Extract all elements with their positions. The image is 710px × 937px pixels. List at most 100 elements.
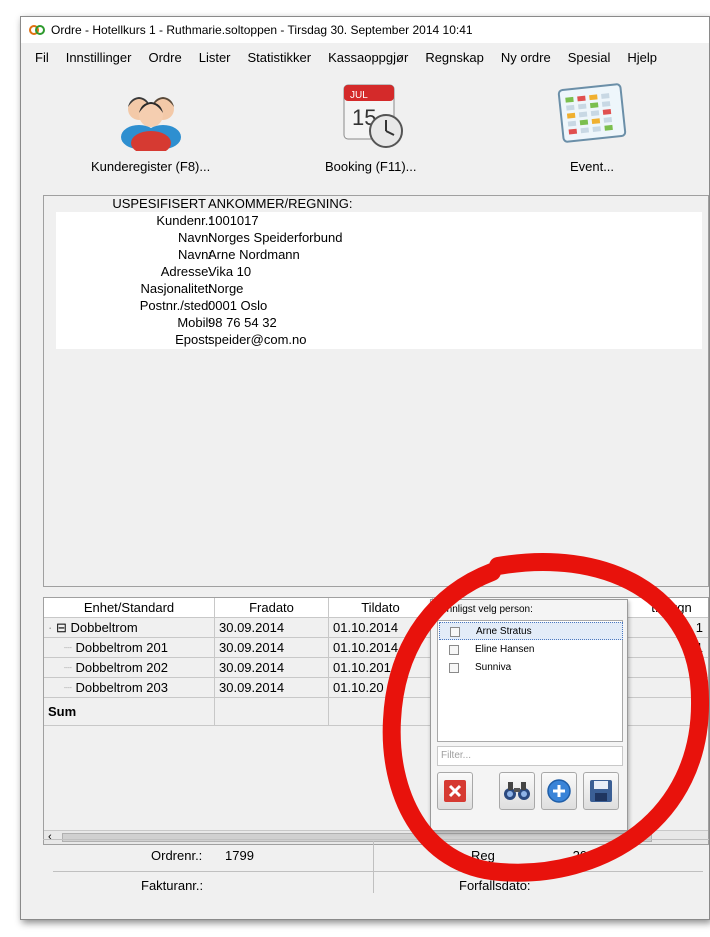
from-date-cell: 30.09.2014 xyxy=(215,658,329,678)
menu-hjelp[interactable]: Hjelp xyxy=(627,50,657,65)
binoculars-icon xyxy=(504,782,530,800)
footer-divider xyxy=(43,839,709,840)
event-button[interactable]: Event... xyxy=(555,75,629,174)
person-name: Arne Stratus xyxy=(476,626,532,637)
organization-name-value: Norges Speiderforbund xyxy=(208,230,343,245)
header-to-date[interactable]: Tildato xyxy=(329,598,433,618)
sum-label: Sum xyxy=(44,698,215,726)
from-date-cell: 30.09.2014 xyxy=(215,638,329,658)
unit-cell: ┈ Dobbeltrom 203 xyxy=(44,678,215,698)
person-checkbox[interactable] xyxy=(449,645,459,655)
unit-cell: ┈ Dobbeltrom 202 xyxy=(44,658,215,678)
menu-bar: Fil Innstillinger Ordre Lister Statistik… xyxy=(21,43,709,71)
add-icon xyxy=(547,779,571,803)
registered-label: Reg xyxy=(471,848,495,863)
nationality-value: Norge xyxy=(208,281,244,296)
address-value: Vika 10 xyxy=(208,264,252,279)
due-date-label: Forfallsdato: xyxy=(459,878,531,893)
mobile-value: 98 76 54 32 xyxy=(208,315,277,330)
header-unit[interactable]: Enhet/Standard xyxy=(44,598,215,618)
menu-statistikker[interactable]: Statistikker xyxy=(248,50,312,65)
customers-icon xyxy=(120,97,181,151)
customer-field-row: Kundenr.: 1001017 xyxy=(56,212,702,229)
to-date-cell: 01.10.20 xyxy=(329,678,433,698)
nights-cell: 1 xyxy=(695,680,703,695)
title-bar: Ordre - Hotellkurs 1 - Ruthmarie.soltopp… xyxy=(21,17,709,43)
customer-type-row: USPESIFISERT ANKOMMER/REGNING: xyxy=(44,196,708,212)
customer-number-label: Kundenr.: xyxy=(156,213,212,228)
unit-name: Dobbeltrom 202 xyxy=(75,660,168,675)
to-date-cell: 01.10.2014 xyxy=(329,618,433,638)
name-label: Navn: xyxy=(178,247,212,262)
customer-field-row: Mobil: 98 76 54 32 xyxy=(56,314,702,331)
nationality-label: Nasjonalitet: xyxy=(140,281,212,296)
customer-info-panel: USPESIFISERT ANKOMMER/REGNING: Kundenr.:… xyxy=(43,195,709,587)
customer-field-row: Navn: Norges Speiderforbund xyxy=(56,229,702,246)
order-number-label: Ordrenr.: xyxy=(151,848,203,863)
window-title: Ordre - Hotellkurs 1 - Ruthmarie.soltopp… xyxy=(51,23,473,37)
event-label: Event... xyxy=(569,159,615,174)
menu-fil[interactable]: Fil xyxy=(35,50,49,65)
order-number-value: 1799 xyxy=(225,848,254,863)
registered-date: .2014 xyxy=(569,848,602,863)
toolbar: Kunderegister (F8)... JUL 15 Booking (F1… xyxy=(21,71,709,187)
collapse-icon[interactable]: ⊟ xyxy=(56,620,67,635)
postal-label: Postnr./sted: xyxy=(139,298,212,313)
add-person-button[interactable] xyxy=(541,772,577,810)
list-item[interactable]: Arne Stratus xyxy=(439,622,623,640)
email-label: Epost: xyxy=(175,332,212,347)
order-footer: Ordrenr.: 1799 Reg .2014 Fakturanr.: For… xyxy=(43,839,709,901)
customer-register-button[interactable]: Kunderegister (F8)... xyxy=(91,75,210,174)
nights-cell: 1 xyxy=(695,660,703,675)
menu-spesial[interactable]: Spesial xyxy=(568,50,611,65)
customer-field-row: Epost: speider@com.no xyxy=(56,331,702,348)
person-checkbox[interactable] xyxy=(450,627,460,637)
unit-name: Dobbeltrom 201 xyxy=(75,640,168,655)
delete-button[interactable] xyxy=(437,772,473,810)
search-person-button[interactable] xyxy=(499,772,535,810)
app-logo-icon xyxy=(29,25,45,35)
list-item[interactable]: Sunniva xyxy=(439,659,623,677)
booking-button[interactable]: JUL 15 Booking (F11)... xyxy=(325,75,417,174)
menu-ny-ordre[interactable]: Ny ordre xyxy=(501,50,551,65)
to-date-cell: 01.10.2014 xyxy=(329,638,433,658)
unit-name: Dobbeltrom xyxy=(70,620,138,635)
save-icon xyxy=(590,780,612,802)
nights-cell: 1 xyxy=(695,620,703,635)
contact-name-value: Arne Nordmann xyxy=(208,247,300,262)
name-label: Navn: xyxy=(178,230,212,245)
person-checkbox[interactable] xyxy=(449,663,459,673)
person-name: Sunniva xyxy=(475,662,512,673)
menu-kassaoppgjor[interactable]: Kassaoppgjør xyxy=(328,50,408,65)
filter-input[interactable]: Filter... xyxy=(437,746,623,766)
header-from-date[interactable]: Fradato xyxy=(215,598,329,618)
customer-number-value: 1001017 xyxy=(208,213,259,228)
popup-title: Vennligst velg person: xyxy=(435,604,533,615)
order-window: Ordre - Hotellkurs 1 - Ruthmarie.soltopp… xyxy=(20,16,710,920)
customer-type-label: USPESIFISERT xyxy=(112,196,206,211)
list-item[interactable]: Eline Hansen xyxy=(439,641,623,659)
menu-innstillinger[interactable]: Innstillinger xyxy=(66,50,132,65)
person-name: Eline Hansen xyxy=(475,644,535,655)
event-calendar-icon xyxy=(557,83,627,143)
calendar-clock-icon: JUL 15 xyxy=(343,84,403,148)
customer-fields: Kundenr.: 1001017 Navn: Norges Speiderfo… xyxy=(56,212,702,349)
unit-name: Dobbeltrom 203 xyxy=(75,680,168,695)
menu-lister[interactable]: Lister xyxy=(199,50,231,65)
customer-field-row: Adresse: Vika 10 xyxy=(56,263,702,280)
customer-field-row: Nasjonalitet: Norge xyxy=(56,280,702,297)
menu-ordre[interactable]: Ordre xyxy=(148,50,181,65)
save-button[interactable] xyxy=(583,772,619,810)
customer-field-row: Postnr./sted: 0001 Oslo xyxy=(56,297,702,314)
to-date-cell: 01.10.201 xyxy=(329,658,433,678)
from-date-cell: 30.09.2014 xyxy=(215,678,329,698)
customer-register-label: Kunderegister (F8)... xyxy=(91,159,211,174)
postal-value: 0001 Oslo xyxy=(208,298,268,313)
person-list: Arne Stratus Eline Hansen Sunniva xyxy=(437,620,623,742)
menu-regnskap[interactable]: Regnskap xyxy=(425,50,484,65)
customer-type-value: ANKOMMER/REGNING: xyxy=(208,196,353,211)
nights-cell: 1 xyxy=(695,640,703,655)
from-date-cell: 30.09.2014 xyxy=(215,618,329,638)
unit-cell: ┈ Dobbeltrom 201 xyxy=(44,638,215,658)
header-nights[interactable]: t. døgn xyxy=(633,598,710,618)
